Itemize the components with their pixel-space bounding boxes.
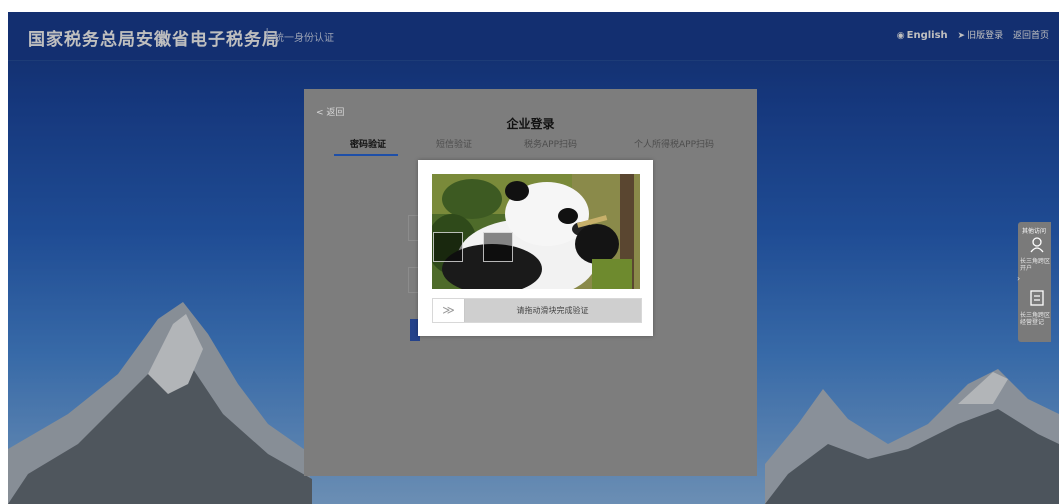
- collapse-arrow-icon[interactable]: ›: [1017, 274, 1020, 283]
- tab-tax-app-scan[interactable]: 税务APP扫码: [524, 137, 577, 150]
- panda-image: [432, 174, 640, 289]
- side-panel: › 其他访问 长三角跨区开户 长三角跨区经营登记: [1017, 222, 1051, 342]
- form-icon[interactable]: [1030, 290, 1044, 310]
- slider-instruction: 请拖动滑块完成验证: [516, 306, 589, 315]
- user-icon[interactable]: [1030, 237, 1044, 257]
- active-tab-indicator: [334, 154, 398, 156]
- captcha-dialog: ≫ 请拖动滑块完成验证: [418, 160, 653, 336]
- tab-sms[interactable]: 短信验证: [436, 137, 472, 150]
- puzzle-piece[interactable]: [433, 232, 463, 262]
- puzzle-target-slot: [483, 232, 513, 262]
- captcha-image: [432, 174, 640, 289]
- captcha-slider-track[interactable]: ≫ 请拖动滑块完成验证: [432, 298, 642, 323]
- side-panel-header: 其他访问: [1022, 228, 1047, 235]
- side-item-cross-region-registration[interactable]: 长三角跨区经营登记: [1020, 312, 1050, 326]
- login-title: 企业登录: [506, 117, 555, 131]
- side-item-cross-region-account[interactable]: 长三角跨区开户: [1020, 258, 1050, 272]
- slider-handle[interactable]: ≫: [433, 299, 465, 322]
- tab-password[interactable]: 密码验证: [350, 137, 386, 150]
- tab-personal-tax-app-scan[interactable]: 个人所得税APP扫码: [634, 137, 714, 150]
